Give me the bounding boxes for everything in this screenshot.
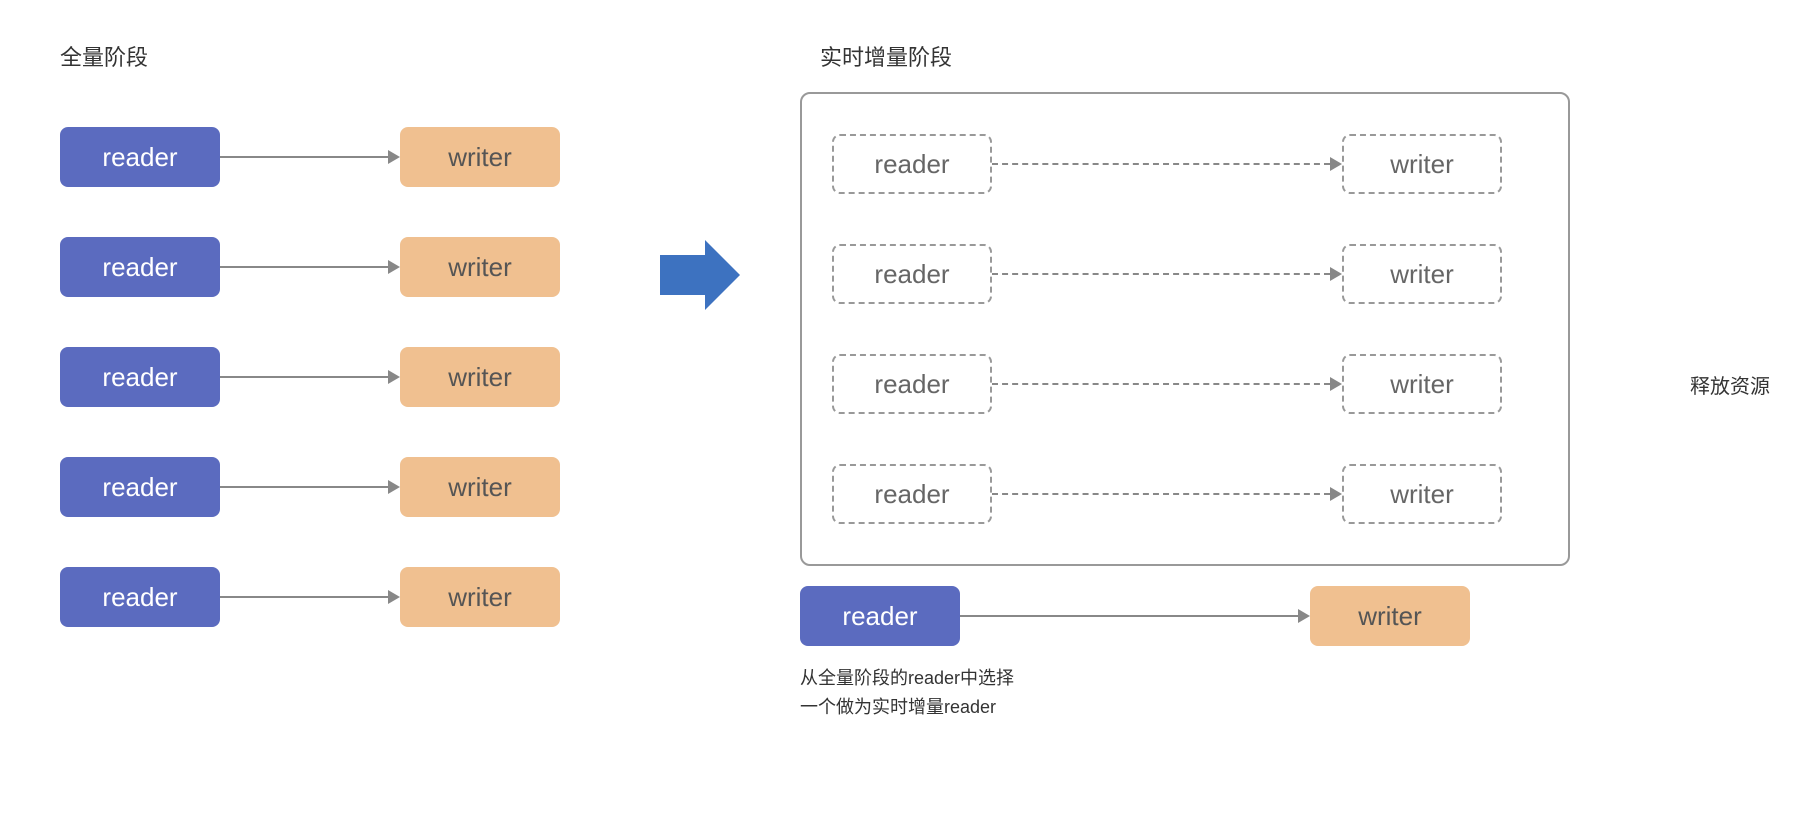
big-arrow-container [620, 240, 780, 310]
right-active-reader: reader [800, 586, 960, 646]
left-row-2: reader writer [60, 212, 560, 322]
left-row-1: reader writer [60, 102, 560, 212]
left-row-5: reader writer [60, 542, 560, 652]
left-section: 全量阶段 reader writer reader writer reader … [60, 40, 620, 652]
right-section-title: 实时增量阶段 [820, 40, 952, 72]
right-gray-row-3: reader writer [832, 329, 1538, 439]
left-writer-5: writer [400, 567, 560, 627]
left-reader-3: reader [60, 347, 220, 407]
left-writer-4: writer [400, 457, 560, 517]
left-arrow-5 [220, 590, 400, 604]
left-writer-1: writer [400, 127, 560, 187]
right-gray-writer-3: writer [1342, 354, 1502, 414]
right-gray-writer-4: writer [1342, 464, 1502, 524]
left-writer-2: writer [400, 237, 560, 297]
big-arrow-icon [660, 240, 740, 310]
left-arrow-1 [220, 150, 400, 164]
right-section: 实时增量阶段 reader writer reader [780, 40, 1750, 722]
right-dashed-arrow-3 [992, 377, 1342, 391]
bottom-note: 从全量阶段的reader中选择 一个做为实时增量reader [800, 664, 1750, 722]
release-label: 释放资源 [1690, 370, 1770, 399]
left-writer-3: writer [400, 347, 560, 407]
right-gray-row-4: reader writer [832, 439, 1538, 549]
left-row-3: reader writer [60, 322, 560, 432]
left-arrow-3 [220, 370, 400, 384]
right-gray-reader-1: reader [832, 134, 992, 194]
note-line-2: 一个做为实时增量reader [800, 693, 1750, 722]
left-reader-4: reader [60, 457, 220, 517]
left-section-title: 全量阶段 [60, 40, 148, 72]
right-gray-reader-4: reader [832, 464, 992, 524]
left-reader-5: reader [60, 567, 220, 627]
left-reader-1: reader [60, 127, 220, 187]
right-gray-writer-1: writer [1342, 134, 1502, 194]
dashed-box: reader writer reader writer [800, 92, 1570, 566]
right-content: reader writer reader writer [780, 92, 1750, 722]
left-arrow-2 [220, 260, 400, 274]
right-dashed-arrow-1 [992, 157, 1342, 171]
note-line-1: 从全量阶段的reader中选择 [800, 664, 1750, 693]
diagram-container: 全量阶段 reader writer reader writer reader … [0, 0, 1810, 821]
left-arrow-4 [220, 480, 400, 494]
right-gray-writer-2: writer [1342, 244, 1502, 304]
right-dashed-arrow-4 [992, 487, 1342, 501]
left-row-4: reader writer [60, 432, 560, 542]
right-gray-reader-2: reader [832, 244, 992, 304]
right-gray-reader-3: reader [832, 354, 992, 414]
right-gray-row-2: reader writer [832, 219, 1538, 329]
left-reader-2: reader [60, 237, 220, 297]
right-active-writer: writer [1310, 586, 1470, 646]
right-active-arrow [960, 609, 1310, 623]
right-gray-row-1: reader writer [832, 109, 1538, 219]
left-rows-container: reader writer reader writer reader write… [60, 102, 560, 652]
right-active-row: reader writer [800, 576, 1750, 656]
right-dashed-arrow-2 [992, 267, 1342, 281]
